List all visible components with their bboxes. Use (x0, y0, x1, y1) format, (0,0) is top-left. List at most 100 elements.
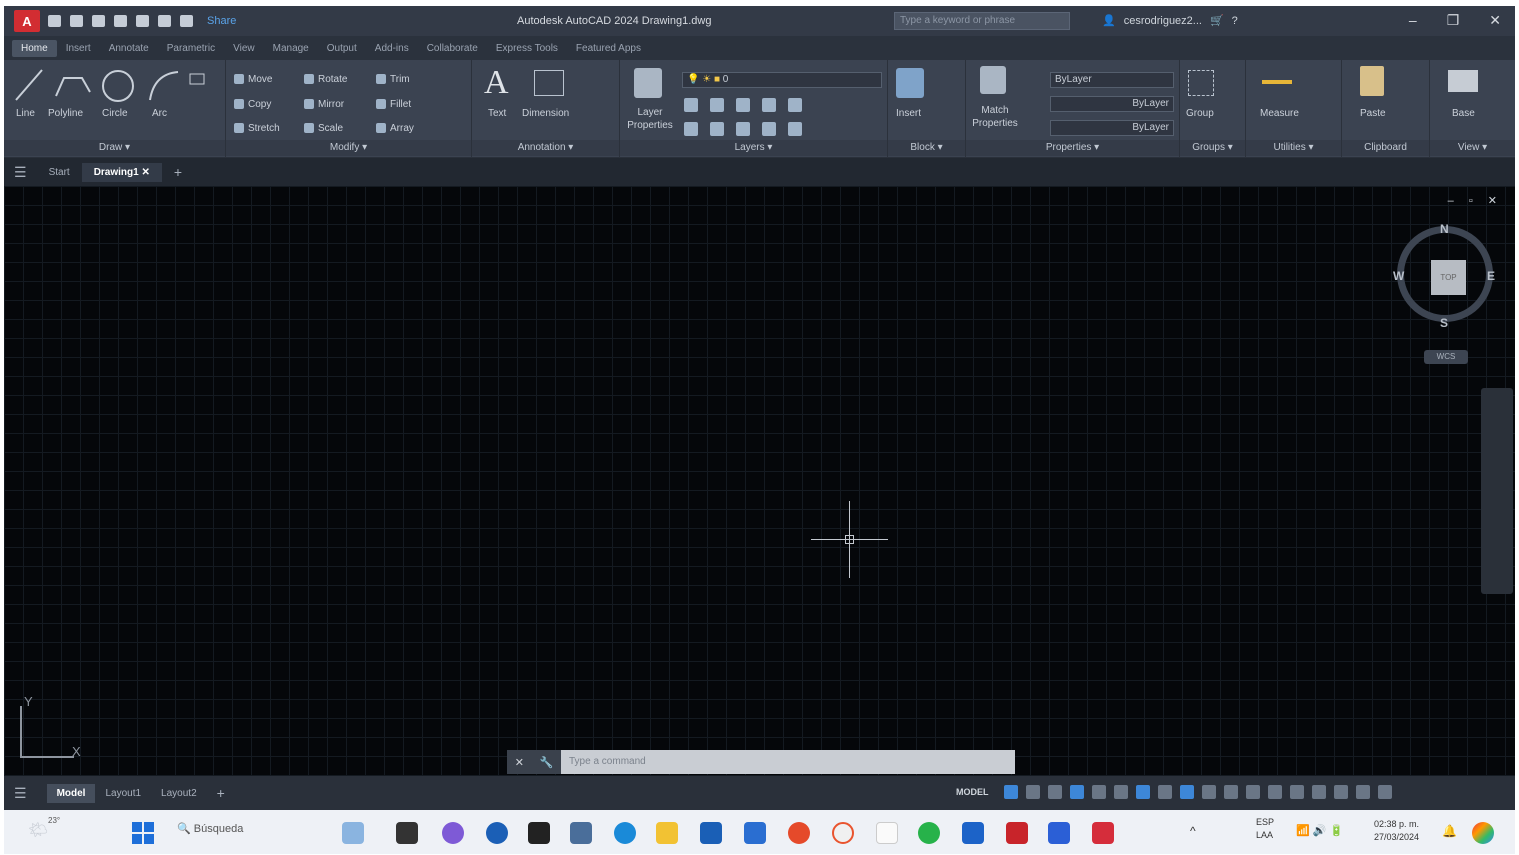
isolate-objects-icon[interactable] (1312, 785, 1326, 799)
tab-drawing1[interactable]: Drawing1 ✕ (81, 162, 162, 182)
model-space-button[interactable]: MODEL (956, 787, 989, 797)
terminal-icon[interactable] (528, 822, 550, 844)
google-icon[interactable] (832, 822, 854, 844)
stretch-button[interactable]: Stretch (234, 123, 280, 134)
linetype-dropdown[interactable]: ByLayer (1050, 96, 1174, 112)
autoscale-icon[interactable] (1224, 785, 1238, 799)
tab-featured-apps[interactable]: Featured Apps (567, 40, 650, 57)
panel-title-modify[interactable]: Modify ▾ (226, 140, 471, 156)
mirror-button[interactable]: Mirror (304, 99, 344, 110)
tab-manage[interactable]: Manage (264, 40, 318, 57)
isodraft-icon[interactable] (1092, 785, 1106, 799)
lineweight-icon[interactable] (1158, 785, 1172, 799)
whatsapp-icon[interactable] (918, 822, 940, 844)
panel-title-draw[interactable]: Draw ▾ (4, 140, 225, 156)
undo-icon[interactable] (158, 15, 171, 27)
redo-icon[interactable] (180, 15, 193, 27)
tab-home[interactable]: Home (12, 39, 57, 57)
lineweight-dropdown[interactable]: ByLayer (1050, 120, 1174, 136)
osnap-icon[interactable] (1136, 785, 1150, 799)
layer-unisolate-icon[interactable] (710, 122, 724, 136)
polyline-button[interactable]: Polyline (48, 108, 83, 119)
layer-properties-button[interactable]: Layer Properties (620, 106, 680, 132)
rotate-button[interactable]: Rotate (304, 74, 347, 85)
hamburger-menu-icon[interactable]: ☰ (4, 162, 37, 183)
layer-dropdown[interactable]: 💡 ☀ ■ 0 (682, 72, 882, 88)
snap-icon[interactable] (1026, 785, 1040, 799)
cart-icon[interactable]: 🛒 (1210, 14, 1224, 27)
layer-thaw-icon[interactable] (736, 122, 750, 136)
file-explorer-icon[interactable] (656, 822, 678, 844)
close-icon[interactable]: ✕ (1489, 12, 1501, 29)
close-tab-icon[interactable]: ✕ (141, 167, 149, 178)
move-button[interactable]: Move (234, 74, 272, 85)
wifi-icon[interactable]: 📶 🔊 🔋 (1296, 824, 1343, 837)
calculator-icon[interactable] (570, 822, 592, 844)
layer-match-icon[interactable] (788, 98, 802, 112)
tab-insert[interactable]: Insert (57, 40, 100, 57)
layer-lock-icon[interactable] (762, 98, 776, 112)
compass-east[interactable]: E (1487, 269, 1495, 283)
tab-view[interactable]: View (224, 40, 264, 57)
layer-off-icon[interactable] (684, 98, 698, 112)
tab-layout2[interactable]: Layout2 (151, 784, 207, 803)
grid-icon[interactable] (1004, 785, 1018, 799)
minimize-icon[interactable]: – (1409, 12, 1417, 29)
layer-previous-icon[interactable] (684, 122, 698, 136)
panel-title-clipboard[interactable]: Clipboard (1342, 140, 1429, 156)
save-icon[interactable] (92, 15, 105, 27)
taskbar-search[interactable]: 🔍 Búsqueda (177, 822, 243, 835)
notepad-icon[interactable] (876, 822, 898, 844)
new-layout-button[interactable]: + (207, 781, 235, 805)
help-icon[interactable]: ? (1232, 15, 1238, 27)
array-button[interactable]: Array (376, 123, 414, 134)
task-view-icon[interactable] (396, 822, 418, 844)
circle-button[interactable]: Circle (102, 108, 128, 119)
app-icon[interactable] (1048, 822, 1070, 844)
base-button[interactable]: Base (1452, 108, 1475, 119)
tab-model[interactable]: Model (46, 783, 96, 803)
viewcube-top-face[interactable]: TOP (1431, 260, 1466, 295)
compass-north[interactable]: N (1440, 222, 1449, 236)
tab-collaborate[interactable]: Collaborate (418, 40, 487, 57)
layer-unlock-icon[interactable] (762, 122, 776, 136)
insert-button[interactable]: Insert (896, 108, 921, 119)
color-dropdown[interactable]: ByLayer (1050, 72, 1174, 88)
match-properties-button[interactable]: Match Properties (966, 104, 1024, 130)
user-menu[interactable]: 👤 cesrodriguez2... 🛒 ? (1102, 14, 1238, 28)
annotation-monitor-icon[interactable] (1290, 785, 1304, 799)
restore-icon[interactable]: ❐ (1447, 12, 1460, 29)
compass-west[interactable]: W (1393, 269, 1404, 283)
panel-title-annotation[interactable]: Annotation ▾ (472, 140, 619, 156)
clock[interactable]: 02:38 p. m. 27/03/2024 (1374, 818, 1419, 844)
ortho-icon[interactable] (1048, 785, 1062, 799)
units-icon[interactable] (1246, 785, 1260, 799)
object-tracking-icon[interactable] (1114, 785, 1128, 799)
panel-title-properties[interactable]: Properties ▾ (966, 140, 1179, 156)
tab-express-tools[interactable]: Express Tools (487, 40, 567, 57)
line-button[interactable]: Line (16, 108, 35, 119)
layer-walk-icon[interactable] (788, 122, 802, 136)
polar-icon[interactable] (1070, 785, 1084, 799)
new-icon[interactable] (48, 15, 61, 27)
panel-title-utilities[interactable]: Utilities ▾ (1246, 140, 1341, 156)
store-icon[interactable] (700, 822, 722, 844)
annotation-visibility-icon[interactable] (1202, 785, 1216, 799)
tab-layout1[interactable]: Layout1 (95, 784, 151, 803)
viewcube[interactable]: TOP (1397, 226, 1493, 322)
autocad-taskbar-icon[interactable] (1092, 822, 1114, 844)
acrobat-icon[interactable] (1006, 822, 1028, 844)
widgets-icon[interactable] (342, 822, 364, 844)
panel-title-view[interactable]: View ▾ (1430, 140, 1515, 156)
copilot-icon[interactable] (486, 822, 508, 844)
measure-button[interactable]: Measure (1260, 108, 1299, 119)
weather-icon[interactable]: 🌤 (28, 820, 48, 840)
scale-button[interactable]: Scale (304, 123, 343, 134)
drawing-canvas[interactable]: – ▫ ✕ TOP N S E W WCS Y X ✕ 🔧 Type a com… (4, 186, 1515, 776)
layer-isolate-icon[interactable] (710, 98, 724, 112)
tab-annotate[interactable]: Annotate (100, 40, 158, 57)
dimension-button[interactable]: Dimension (522, 108, 569, 119)
input-language[interactable]: ESP LAA (1256, 816, 1274, 842)
layer-freeze-icon[interactable] (736, 98, 750, 112)
chrome-icon[interactable] (788, 822, 810, 844)
